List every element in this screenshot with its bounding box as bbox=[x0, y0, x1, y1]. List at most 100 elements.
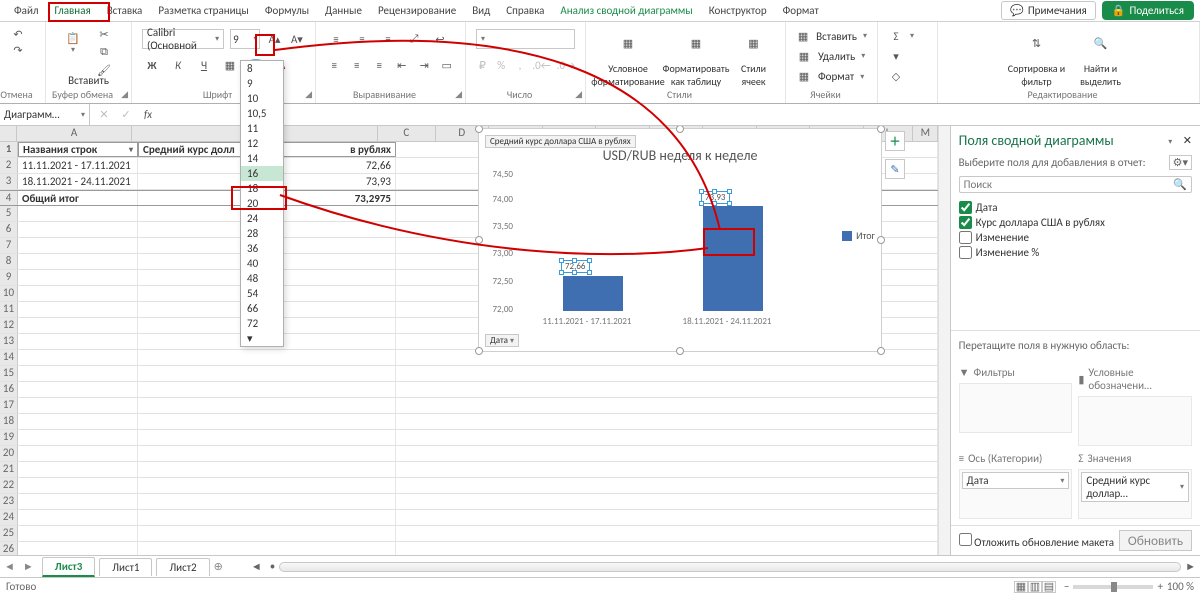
chart-bar-1[interactable] bbox=[563, 276, 623, 311]
paste-button[interactable]: 📋▾ bbox=[56, 26, 90, 60]
font-launcher-icon[interactable]: ◢ bbox=[305, 89, 312, 100]
vertical-scrollbar[interactable] bbox=[938, 126, 950, 555]
cell-A2[interactable]: 11.11.2021 - 17.11.2021 bbox=[18, 158, 138, 173]
name-box[interactable]: Диаграмм…▾ bbox=[0, 104, 90, 125]
zoom-in-icon[interactable]: + bbox=[1157, 580, 1162, 593]
chart-data-label-1[interactable]: 72,66 bbox=[561, 260, 590, 273]
new-sheet-icon[interactable]: ⊕ bbox=[210, 560, 227, 573]
comments-button[interactable]: 💬Примечания bbox=[1001, 1, 1096, 20]
field-checkbox[interactable] bbox=[959, 201, 972, 214]
view-pagelayout-icon[interactable]: ▥ bbox=[1028, 581, 1042, 593]
font-size-option[interactable]: 48 bbox=[241, 271, 283, 286]
format-cells-icon[interactable]: ▦ bbox=[796, 69, 812, 85]
chart-legend[interactable]: Итог bbox=[842, 229, 875, 242]
format-as-table-icon[interactable]: ▦ bbox=[679, 26, 713, 60]
font-size-option[interactable]: 18 bbox=[241, 181, 283, 196]
delete-cells-icon[interactable]: ▦ bbox=[796, 48, 812, 64]
font-size-scroll-down-icon[interactable]: ▾ bbox=[241, 331, 283, 346]
tab-nav-prev-icon[interactable]: ◄ bbox=[0, 560, 19, 573]
font-size-option[interactable]: 12 bbox=[241, 136, 283, 151]
fx-icon[interactable]: fx bbox=[140, 107, 156, 123]
share-button[interactable]: 🔒Поделиться bbox=[1102, 1, 1194, 20]
font-size-option[interactable]: 10 bbox=[241, 91, 283, 106]
sheet-tab-active[interactable]: Лист3 bbox=[42, 557, 96, 577]
chart-axis-filter-chip[interactable]: Дата ▾ bbox=[485, 334, 519, 347]
delete-cells-label[interactable]: Удалить bbox=[818, 50, 855, 63]
font-family-select[interactable]: Calibri (Основной▾ bbox=[142, 29, 224, 49]
zoom-slider[interactable] bbox=[1073, 585, 1153, 589]
border-button[interactable]: ▦ bbox=[220, 55, 240, 75]
menu-insert[interactable]: Вставка bbox=[99, 1, 151, 20]
cell-A3[interactable]: 18.11.2021 - 24.11.2021 bbox=[18, 174, 138, 189]
chart-data-label-2[interactable]: 73,93 bbox=[701, 191, 730, 204]
copy-icon[interactable]: ⧉ bbox=[96, 44, 112, 60]
insert-cells-icon[interactable]: ▦ bbox=[796, 28, 810, 44]
indent-icon[interactable]: ⇥ bbox=[416, 55, 433, 75]
dec-decimal-icon[interactable]: .0→ bbox=[557, 55, 575, 75]
menu-pivotchart-analyze[interactable]: Анализ сводной диаграммы bbox=[552, 1, 700, 20]
legend-dropzone[interactable] bbox=[1078, 396, 1192, 446]
pivot-row-label-header[interactable]: Названия строк▾ bbox=[18, 142, 138, 157]
font-size-option[interactable]: 10,5 bbox=[241, 106, 283, 121]
cell-styles-icon[interactable]: ▦ bbox=[737, 26, 771, 60]
menu-review[interactable]: Рецензирование bbox=[370, 1, 464, 20]
filter-dropdown-icon[interactable]: ▾ bbox=[129, 145, 133, 155]
font-size-option[interactable]: 20 bbox=[241, 196, 283, 211]
update-button[interactable]: Обновить bbox=[1119, 530, 1192, 551]
axis-chip[interactable]: Дата▾ bbox=[962, 472, 1070, 489]
zoom-level[interactable]: 100 % bbox=[1167, 580, 1194, 593]
worksheet[interactable]: A B C DEF GHI JKL M 1 Названия строк▾ Ср… bbox=[0, 126, 938, 555]
find-select-label[interactable]: Найти и выделить bbox=[1072, 62, 1130, 88]
font-size-option[interactable]: 8 bbox=[241, 61, 283, 76]
number-launcher-icon[interactable]: ◢ bbox=[575, 89, 582, 100]
wrap-text-icon[interactable]: ↩ bbox=[430, 29, 450, 49]
field-row[interactable]: Изменение % bbox=[959, 246, 1192, 259]
cancel-formula-icon[interactable]: ✕ bbox=[96, 107, 112, 123]
fill-icon[interactable]: ▾ bbox=[888, 48, 904, 64]
font-size-option[interactable]: 9 bbox=[241, 76, 283, 91]
font-size-select[interactable]: 9▾ bbox=[230, 29, 260, 49]
pane-options-chevron-icon[interactable]: ▾ bbox=[1168, 137, 1172, 147]
menu-design[interactable]: Конструктор bbox=[701, 1, 775, 20]
outdent-icon[interactable]: ⇤ bbox=[394, 55, 411, 75]
font-size-option[interactable]: 24 bbox=[241, 211, 283, 226]
font-size-option[interactable]: 54 bbox=[241, 286, 283, 301]
field-row[interactable]: Курс доллара США в рублях bbox=[959, 216, 1192, 229]
sheet-tab[interactable]: Лист2 bbox=[156, 558, 209, 576]
menu-file[interactable]: Файл bbox=[6, 1, 47, 20]
values-dropzone[interactable]: Средний курс доллар…▾ bbox=[1078, 469, 1192, 519]
percent-icon[interactable]: % bbox=[495, 55, 508, 75]
italic-button[interactable]: К bbox=[168, 55, 188, 75]
align-middle-icon[interactable]: ≡ bbox=[352, 29, 372, 49]
chart-plot-area[interactable]: 72,00 72,50 73,00 73,50 74,00 74,50 72,6… bbox=[517, 175, 815, 311]
view-pagebreak-icon[interactable]: ▤ bbox=[1042, 581, 1056, 593]
align-top-icon[interactable]: ≡ bbox=[326, 29, 346, 49]
chart-bar-2[interactable] bbox=[703, 206, 763, 311]
tab-nav-next-icon[interactable]: ► bbox=[19, 560, 38, 573]
sort-filter-icon[interactable]: ⇅ bbox=[1020, 26, 1054, 60]
field-search-input[interactable] bbox=[964, 178, 1174, 191]
hscroll-right-icon[interactable]: ► bbox=[1181, 560, 1200, 573]
menu-data[interactable]: Данные bbox=[317, 1, 370, 20]
align-bottom-icon[interactable]: ≡ bbox=[378, 29, 398, 49]
font-size-option[interactable]: 40 bbox=[241, 256, 283, 271]
pane-layout-button[interactable]: ⚙▾ bbox=[1169, 155, 1192, 170]
field-checkbox[interactable] bbox=[959, 246, 972, 259]
menu-format[interactable]: Формат bbox=[775, 1, 827, 20]
field-row[interactable]: Дата bbox=[959, 201, 1192, 214]
field-search[interactable]: 🔍 bbox=[959, 176, 1192, 193]
number-format-select[interactable]: ▾ bbox=[476, 29, 575, 49]
chart-value-filter-chip[interactable]: Средний курс доллара США в рублях bbox=[485, 135, 636, 148]
autosum-icon[interactable]: Σ bbox=[888, 28, 904, 44]
conditional-format-icon[interactable]: ▦ bbox=[611, 26, 645, 60]
merge-cells-icon[interactable]: ▭ bbox=[439, 55, 456, 75]
sheet-tab[interactable]: Лист1 bbox=[99, 558, 152, 576]
chart-elements-button[interactable]: ＋ bbox=[885, 131, 905, 151]
field-checkbox[interactable] bbox=[959, 231, 972, 244]
cut-icon[interactable]: ✂ bbox=[96, 26, 112, 42]
filters-dropzone[interactable] bbox=[959, 383, 1073, 433]
redo-icon[interactable]: ↷ bbox=[10, 42, 26, 58]
values-chip[interactable]: Средний курс доллар…▾ bbox=[1081, 472, 1189, 502]
enter-formula-icon[interactable]: ✓ bbox=[118, 107, 134, 123]
view-normal-icon[interactable]: ▦ bbox=[1014, 581, 1028, 593]
